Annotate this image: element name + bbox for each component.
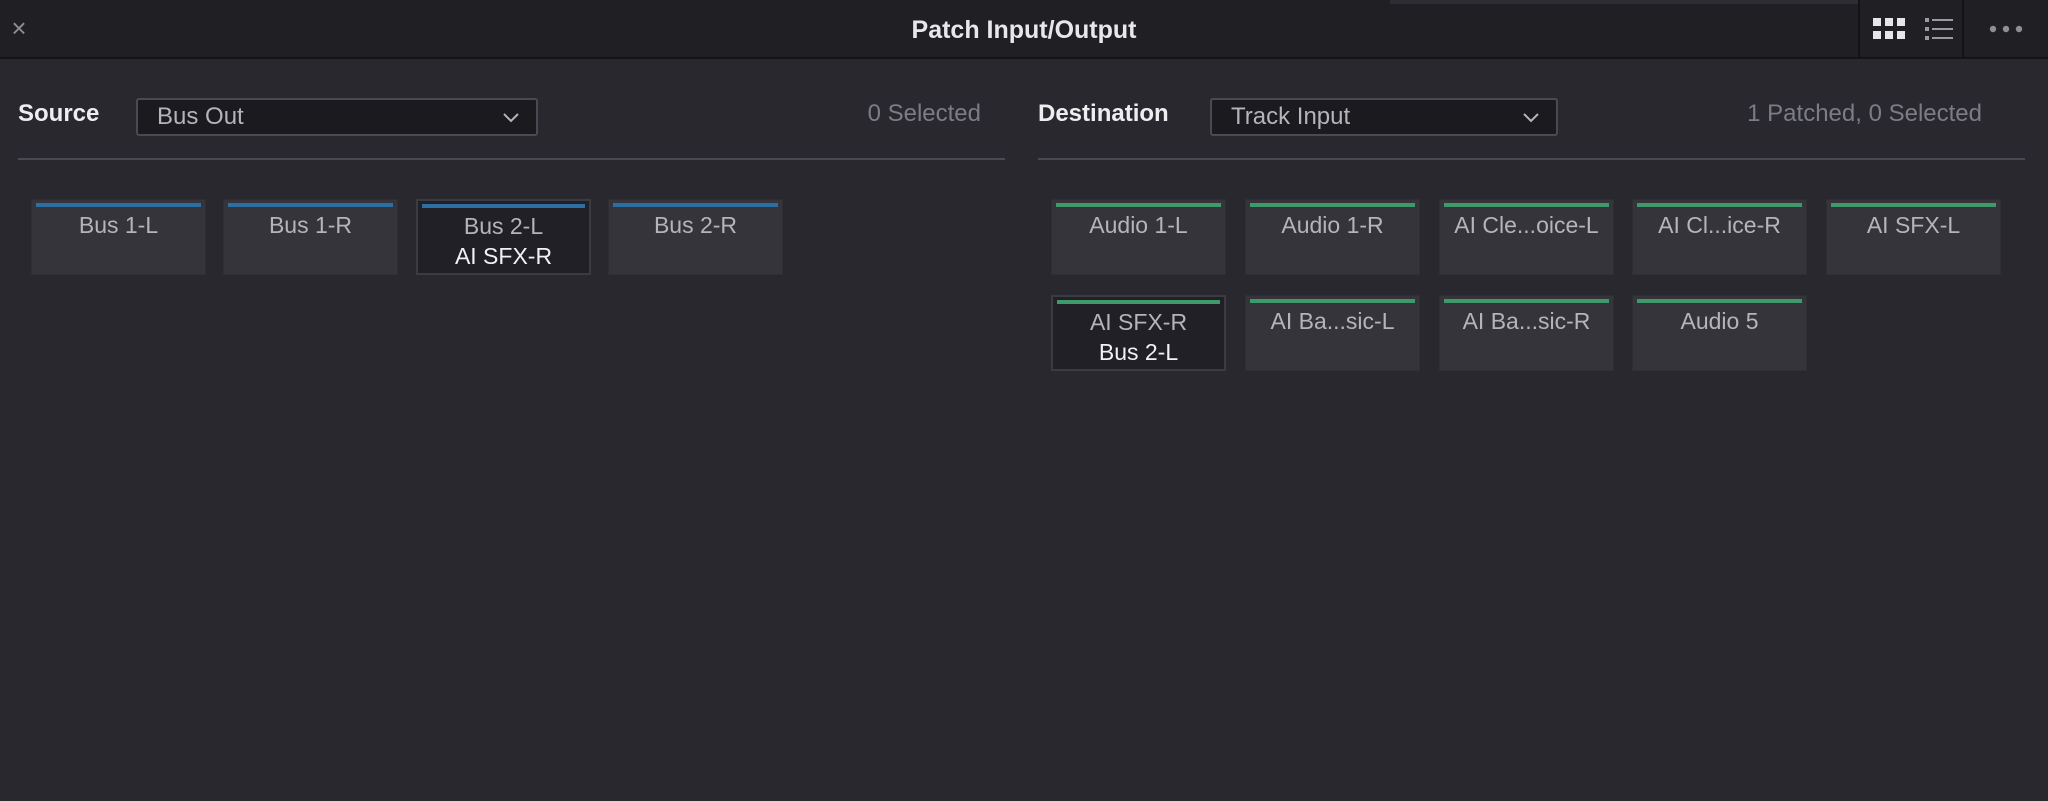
destination-tile-bar xyxy=(1444,299,1609,303)
tile-name: AI SFX-R xyxy=(1089,309,1188,335)
tile-name: AI Ba...sic-R xyxy=(1462,308,1591,334)
tile-name: Audio 1-L xyxy=(1089,212,1188,238)
destination-tile-bar xyxy=(1250,203,1415,207)
window-title: Patch Input/Output xyxy=(911,16,1137,44)
tile-name: Bus 1-R xyxy=(268,212,353,238)
destination-tile[interactable]: Audio 1-L xyxy=(1051,199,1226,275)
title-bar-strip xyxy=(1390,0,1858,4)
destination-tile[interactable]: AI Cl...ice-R xyxy=(1632,199,1807,275)
destination-tile-bar xyxy=(1444,203,1609,207)
chevron-down-icon xyxy=(1523,113,1539,123)
source-tile-patched[interactable]: Bus 2-L AI SFX-R xyxy=(416,199,591,275)
destination-tile-bar xyxy=(1637,203,1802,207)
grid-view-icon xyxy=(1873,17,1905,39)
tile-patch-target: AI SFX-R xyxy=(454,243,553,269)
close-icon: × xyxy=(11,13,27,43)
tile-name: Bus 2-L xyxy=(463,213,544,239)
chevron-down-icon xyxy=(503,113,519,123)
source-dropdown[interactable]: Bus Out xyxy=(136,98,538,136)
destination-tile-bar xyxy=(1056,203,1221,207)
source-tile[interactable]: Bus 1-R xyxy=(223,199,398,275)
destination-label: Destination xyxy=(1038,100,1169,127)
destination-status: 1 Patched, 0 Selected xyxy=(1747,100,1982,127)
destination-tile[interactable]: AI Ba...sic-L xyxy=(1245,295,1420,371)
source-tile-bar xyxy=(36,203,201,207)
destination-dropdown-value: Track Input xyxy=(1231,103,1351,130)
source-panel: Source Bus Out 0 Selected xyxy=(18,59,1005,160)
source-dropdown-value: Bus Out xyxy=(157,103,244,130)
tile-name: Bus 2-R xyxy=(653,212,738,238)
list-view-button[interactable] xyxy=(1918,0,1960,57)
tile-name: Audio 5 xyxy=(1680,308,1759,334)
source-tile[interactable]: Bus 1-L xyxy=(31,199,206,275)
destination-tile[interactable]: Audio 1-R xyxy=(1245,199,1420,275)
source-tile-bar xyxy=(228,203,393,207)
destination-tile-bar xyxy=(1637,299,1802,303)
tile-name: AI Ba...sic-L xyxy=(1270,308,1395,334)
source-tile-bar xyxy=(613,203,778,207)
list-view-icon xyxy=(1925,17,1953,40)
source-tile[interactable]: Bus 2-R xyxy=(608,199,783,275)
destination-dropdown[interactable]: Track Input xyxy=(1210,98,1558,136)
destination-tile-bar xyxy=(1831,203,1996,207)
destination-panel: Destination Track Input 1 Patched, 0 Sel… xyxy=(1038,59,2025,160)
tile-name: Audio 1-R xyxy=(1281,212,1384,238)
source-divider xyxy=(18,158,1005,160)
tile-name: AI Cle...oice-L xyxy=(1454,212,1599,238)
destination-tile[interactable]: AI SFX-L xyxy=(1826,199,2001,275)
close-button[interactable]: × xyxy=(6,14,32,42)
title-bar: × Patch Input/Output xyxy=(0,0,2048,59)
tile-name: AI Cl...ice-R xyxy=(1658,212,1781,238)
source-tile-bar xyxy=(422,204,585,208)
destination-tile[interactable]: Audio 5 xyxy=(1632,295,1807,371)
destination-tile-bar xyxy=(1250,299,1415,303)
tile-name: AI SFX-L xyxy=(1866,212,1961,238)
more-options-icon xyxy=(1989,25,2023,32)
view-controls xyxy=(1858,0,2048,57)
tile-patch-target: Bus 2-L xyxy=(1098,339,1179,365)
destination-tile[interactable]: AI Ba...sic-R xyxy=(1439,295,1614,371)
destination-tile-patched[interactable]: AI SFX-R Bus 2-L xyxy=(1051,295,1226,371)
source-status: 0 Selected xyxy=(867,100,981,127)
source-label: Source xyxy=(18,100,100,127)
more-options-button[interactable] xyxy=(1962,0,2048,57)
destination-divider xyxy=(1038,158,2025,160)
tile-name: Bus 1-L xyxy=(78,212,159,238)
destination-tile-bar xyxy=(1057,300,1220,304)
grid-view-button[interactable] xyxy=(1860,0,1918,57)
destination-tile[interactable]: AI Cle...oice-L xyxy=(1439,199,1614,275)
